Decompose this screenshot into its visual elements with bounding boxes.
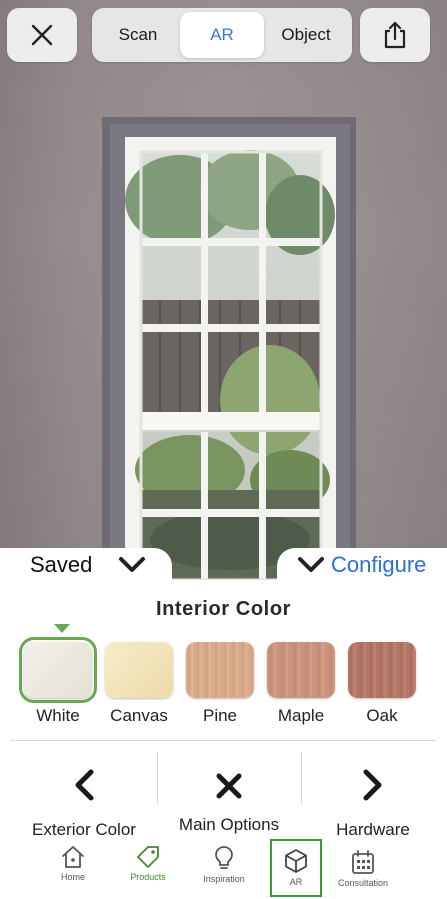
swatch-pine[interactable]: Pine (180, 642, 260, 726)
tag-icon (137, 846, 159, 868)
swatch-label: Oak (366, 706, 398, 725)
saved-tab-label: Saved (30, 552, 93, 577)
swatch-white-chip (19, 637, 97, 703)
tab-consultation[interactable]: Consultation (330, 844, 396, 894)
configure-tab-label: Configure (331, 552, 427, 577)
swatch-canvas[interactable]: Canvas (99, 642, 179, 726)
divider (10, 740, 437, 741)
exterior-color-label: Exterior Color (32, 820, 136, 839)
main-options-button[interactable]: Main Options (166, 752, 292, 844)
lightbulb-icon (215, 846, 233, 869)
bottom-tab-bar: Home Products Inspiration AR Consultatio… (0, 838, 447, 899)
mode-segmented-control: Scan AR Object (92, 8, 352, 62)
hardware-button[interactable]: Hardware (320, 752, 426, 844)
tab-inspiration-label: Inspiration (203, 874, 245, 884)
tab-inspiration[interactable]: Inspiration (196, 844, 252, 894)
swatch-maple[interactable]: Maple (261, 642, 341, 726)
tab-products-label: Products (130, 872, 166, 882)
tab-home-label: Home (60, 872, 85, 882)
swatch-canvas-chip (105, 642, 173, 698)
swatch-oak-chip (348, 642, 416, 698)
swatch-label: Pine (202, 706, 238, 725)
share-button[interactable] (360, 8, 430, 62)
swatch-label: Canvas (110, 706, 168, 725)
chevron-down-icon (119, 557, 146, 572)
share-icon (384, 21, 406, 49)
close-icon (31, 24, 53, 46)
saved-tab[interactable]: Saved (0, 548, 172, 582)
color-swatch-list: White Canvas Pine Maple Oak (0, 637, 447, 732)
main-options-label: Main Options (178, 815, 280, 834)
hardware-label: Hardware (336, 820, 410, 839)
swatch-label: White (36, 706, 80, 725)
option-navigation: Exterior Color Main Options Hardware (0, 752, 447, 844)
close-button[interactable] (7, 8, 77, 62)
selection-indicator (54, 624, 70, 633)
swatch-oak[interactable]: Oak (342, 642, 422, 726)
tab-ar[interactable]: AR (270, 839, 322, 897)
mode-ar[interactable]: AR (180, 12, 264, 58)
chevron-right-icon (363, 769, 382, 801)
tab-ar-label: AR (289, 877, 303, 887)
tab-consultation-label: Consultation (337, 878, 389, 888)
ar-camera-view (0, 0, 447, 580)
swatch-white[interactable]: White (18, 637, 98, 726)
panel-title: Interior Color (155, 598, 292, 620)
divider (301, 752, 302, 804)
cube-icon (285, 849, 307, 873)
exterior-color-button[interactable]: Exterior Color (24, 752, 144, 844)
swatch-maple-chip (267, 642, 335, 698)
divider (157, 752, 158, 804)
chevron-left-icon (75, 769, 94, 801)
configure-tab[interactable]: Configure (277, 548, 447, 582)
tab-products[interactable]: Products (124, 844, 172, 894)
mode-scan[interactable]: Scan (96, 12, 180, 58)
mode-object[interactable]: Object (264, 12, 348, 58)
swatch-pine-chip (186, 642, 254, 698)
chevron-down-icon (298, 557, 324, 572)
calendar-icon (352, 850, 374, 874)
tab-home[interactable]: Home (52, 844, 94, 894)
window-preview-image (102, 117, 356, 580)
close-icon (216, 773, 242, 799)
swatch-label: Maple (277, 706, 325, 725)
home-icon (62, 846, 84, 868)
